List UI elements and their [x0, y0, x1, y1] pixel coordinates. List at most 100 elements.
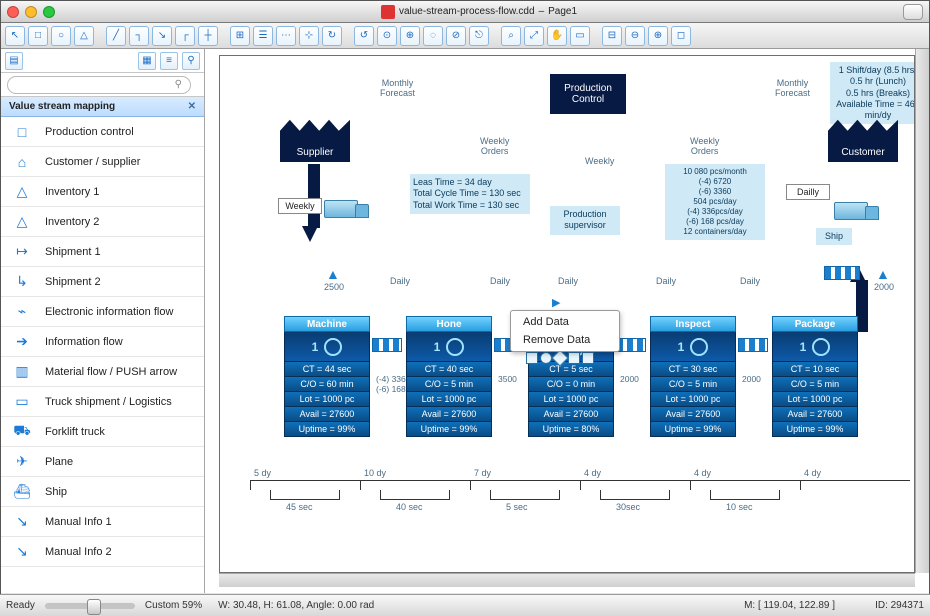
context-menu-remove-data[interactable]: Remove Data — [511, 331, 619, 349]
library-view-grid-button[interactable]: ▦ — [138, 52, 156, 70]
shape-picker-bar[interactable] — [526, 352, 594, 366]
shape-item-11[interactable]: ✈Plane — [1, 447, 204, 477]
push-arrow-2[interactable] — [616, 338, 646, 352]
toolbar-button-22[interactable]: ✋ — [547, 26, 567, 46]
toolbar-button-26[interactable]: ⊕ — [648, 26, 668, 46]
horizontal-scrollbar[interactable] — [219, 573, 915, 587]
window-close-button[interactable] — [7, 6, 19, 18]
shape-item-10[interactable]: ⛟Forklift truck — [1, 417, 204, 447]
library-view-list-button[interactable]: ≡ — [160, 52, 178, 70]
toolbar-button-4[interactable]: ╱ — [106, 26, 126, 46]
inventory-triangle-left-icon[interactable]: ▲ — [326, 266, 340, 282]
supplier-truck-icon[interactable] — [324, 200, 358, 218]
library-search: ⚲ — [1, 73, 204, 97]
drawing-canvas[interactable]: Monthly Forecast Production Control Mont… — [219, 55, 915, 573]
process-box-3[interactable]: Inspect1CT = 30 secC/O = 5 minLot = 1000… — [650, 316, 736, 437]
toolbar-button-0[interactable]: ↖ — [5, 26, 25, 46]
supplier-shape[interactable]: Supplier — [280, 114, 350, 162]
inventory-triangle-right-icon[interactable]: ▲ — [876, 266, 890, 282]
process-box-1[interactable]: Hone1CT = 40 secC/O = 5 minLot = 1000 pc… — [406, 316, 492, 437]
window-zoom-button[interactable] — [43, 6, 55, 18]
library-search-input[interactable] — [7, 76, 191, 94]
status-bar: Ready Custom 59% W: 30.48, H: 61.08, Ang… — [0, 594, 930, 616]
process-box-4[interactable]: Package1CT = 10 secC/O = 5 minLot = 1000… — [772, 316, 858, 437]
toolbar-button-6[interactable]: ↘ — [152, 26, 172, 46]
toolbar-button-17[interactable]: ◌ — [423, 26, 443, 46]
shape-item-6[interactable]: ⌁Electronic information flow — [1, 297, 204, 327]
shape-item-14[interactable]: ↘Manual Info 2 — [1, 537, 204, 567]
play-icon[interactable]: ▶ — [552, 296, 560, 309]
toolbar-button-2[interactable]: ○ — [51, 26, 71, 46]
toolbar-button-12[interactable]: ⊹ — [299, 26, 319, 46]
shape-item-label: Ship — [45, 486, 67, 498]
label-weekly: Weekly — [585, 156, 614, 166]
process-metric: C/O = 60 min — [284, 377, 370, 392]
push-arrow-4[interactable] — [824, 266, 860, 280]
toolbar-button-1[interactable]: □ — [28, 26, 48, 46]
shape-item-0[interactable]: □Production control — [1, 117, 204, 147]
canvas-area: Monthly Forecast Production Control Mont… — [205, 49, 929, 593]
toolbar-button-10[interactable]: ☰ — [253, 26, 273, 46]
process-metric: CT = 40 sec — [406, 362, 492, 377]
toolbar-button-13[interactable]: ↻ — [322, 26, 342, 46]
shape-item-2[interactable]: △Inventory 1 — [1, 177, 204, 207]
customer-truck-icon[interactable] — [834, 202, 868, 220]
shape-item-4[interactable]: ↦Shipment 1 — [1, 237, 204, 267]
toolbar-button-15[interactable]: ⊙ — [377, 26, 397, 46]
shape-item-1[interactable]: ⌂Customer / supplier — [1, 147, 204, 177]
shape-item-3[interactable]: △Inventory 2 — [1, 207, 204, 237]
window-minimize-button[interactable] — [25, 6, 37, 18]
push-arrow-3[interactable] — [738, 338, 768, 352]
toolbar-button-11[interactable]: ⋯ — [276, 26, 296, 46]
toolbar-button-14[interactable]: ↺ — [354, 26, 374, 46]
toolbar-button-18[interactable]: ⊘ — [446, 26, 466, 46]
process-metric: CT = 30 sec — [650, 362, 736, 377]
library-search-button[interactable]: ⚲ — [182, 52, 200, 70]
shape-item-13[interactable]: ↘Manual Info 1 — [1, 507, 204, 537]
toolbar-button-25[interactable]: ⊖ — [625, 26, 645, 46]
toolbar-button-21[interactable]: ⤢ — [524, 26, 544, 46]
customer-shipment-tag[interactable]: Dailly — [786, 184, 830, 200]
ship-label-box[interactable]: Ship — [816, 228, 852, 245]
toolbar-button-5[interactable]: ┐ — [129, 26, 149, 46]
library-heading[interactable]: Value stream mapping ✕ — [1, 97, 204, 117]
toolbar-button-20[interactable]: ⌕ — [501, 26, 521, 46]
toolbar-button-27[interactable]: ◻ — [671, 26, 691, 46]
shape-list: □Production control⌂Customer / supplier△… — [1, 117, 204, 593]
shape-item-label: Information flow — [45, 336, 123, 348]
toolbar-button-19[interactable]: ⎋ — [469, 26, 489, 46]
toolbar-button-3[interactable]: △ — [74, 26, 94, 46]
shift-info-box[interactable]: 1 Shift/day (8.5 hrs) 0.5 hr (Lunch) 0.5… — [830, 62, 915, 124]
toolbar-button-24[interactable]: ⊟ — [602, 26, 622, 46]
context-menu-add-data[interactable]: Add Data — [511, 313, 619, 331]
vertical-scrollbar[interactable] — [915, 49, 929, 573]
lead-time-box[interactable]: Leas Time = 34 day Total Cycle Time = 13… — [410, 174, 530, 214]
inventory-qty-left: 2500 — [324, 282, 344, 292]
production-control-box[interactable]: Production Control — [550, 74, 626, 114]
shape-item-12[interactable]: ⛴Ship — [1, 477, 204, 507]
shape-item-label: Production control — [45, 126, 134, 138]
window-pill-button[interactable] — [903, 4, 923, 20]
library-tabs: ▤ ▦ ≡ ⚲ — [1, 49, 204, 73]
process-box-0[interactable]: Machine1CT = 44 secC/O = 60 minLot = 100… — [284, 316, 370, 437]
shape-library-panel: ▤ ▦ ≡ ⚲ ⚲ Value stream mapping ✕ □Produc… — [1, 49, 205, 593]
push-arrow-0[interactable] — [372, 338, 402, 352]
toolbar-button-23[interactable]: ▭ — [570, 26, 590, 46]
shape-item-8[interactable]: ▥Material flow / PUSH arrow — [1, 357, 204, 387]
volume-box[interactable]: 10 080 pcs/month (-4) 6720 (-6) 3360 504… — [665, 164, 765, 240]
library-tab-shapes[interactable]: ▤ — [5, 52, 23, 70]
toolbar-button-8[interactable]: ┼ — [198, 26, 218, 46]
shape-item-9[interactable]: ▭Truck shipment / Logistics — [1, 387, 204, 417]
status-dimensions: W: 30.48, H: 61.08, Angle: 0.00 rad — [218, 600, 374, 611]
process-side-qty-2: 2000 — [620, 374, 639, 384]
shape-item-icon: △ — [9, 182, 35, 202]
supplier-shipment-tag[interactable]: Weekly — [278, 198, 322, 214]
toolbar-button-9[interactable]: ⊞ — [230, 26, 250, 46]
library-collapse-icon[interactable]: ✕ — [188, 101, 196, 112]
production-supervisor-box[interactable]: Production supervisor — [550, 206, 620, 235]
zoom-slider[interactable] — [45, 603, 135, 609]
shape-item-7[interactable]: ➔Information flow — [1, 327, 204, 357]
shape-item-5[interactable]: ↳Shipment 2 — [1, 267, 204, 297]
toolbar-button-7[interactable]: ┌ — [175, 26, 195, 46]
toolbar-button-16[interactable]: ⊕ — [400, 26, 420, 46]
